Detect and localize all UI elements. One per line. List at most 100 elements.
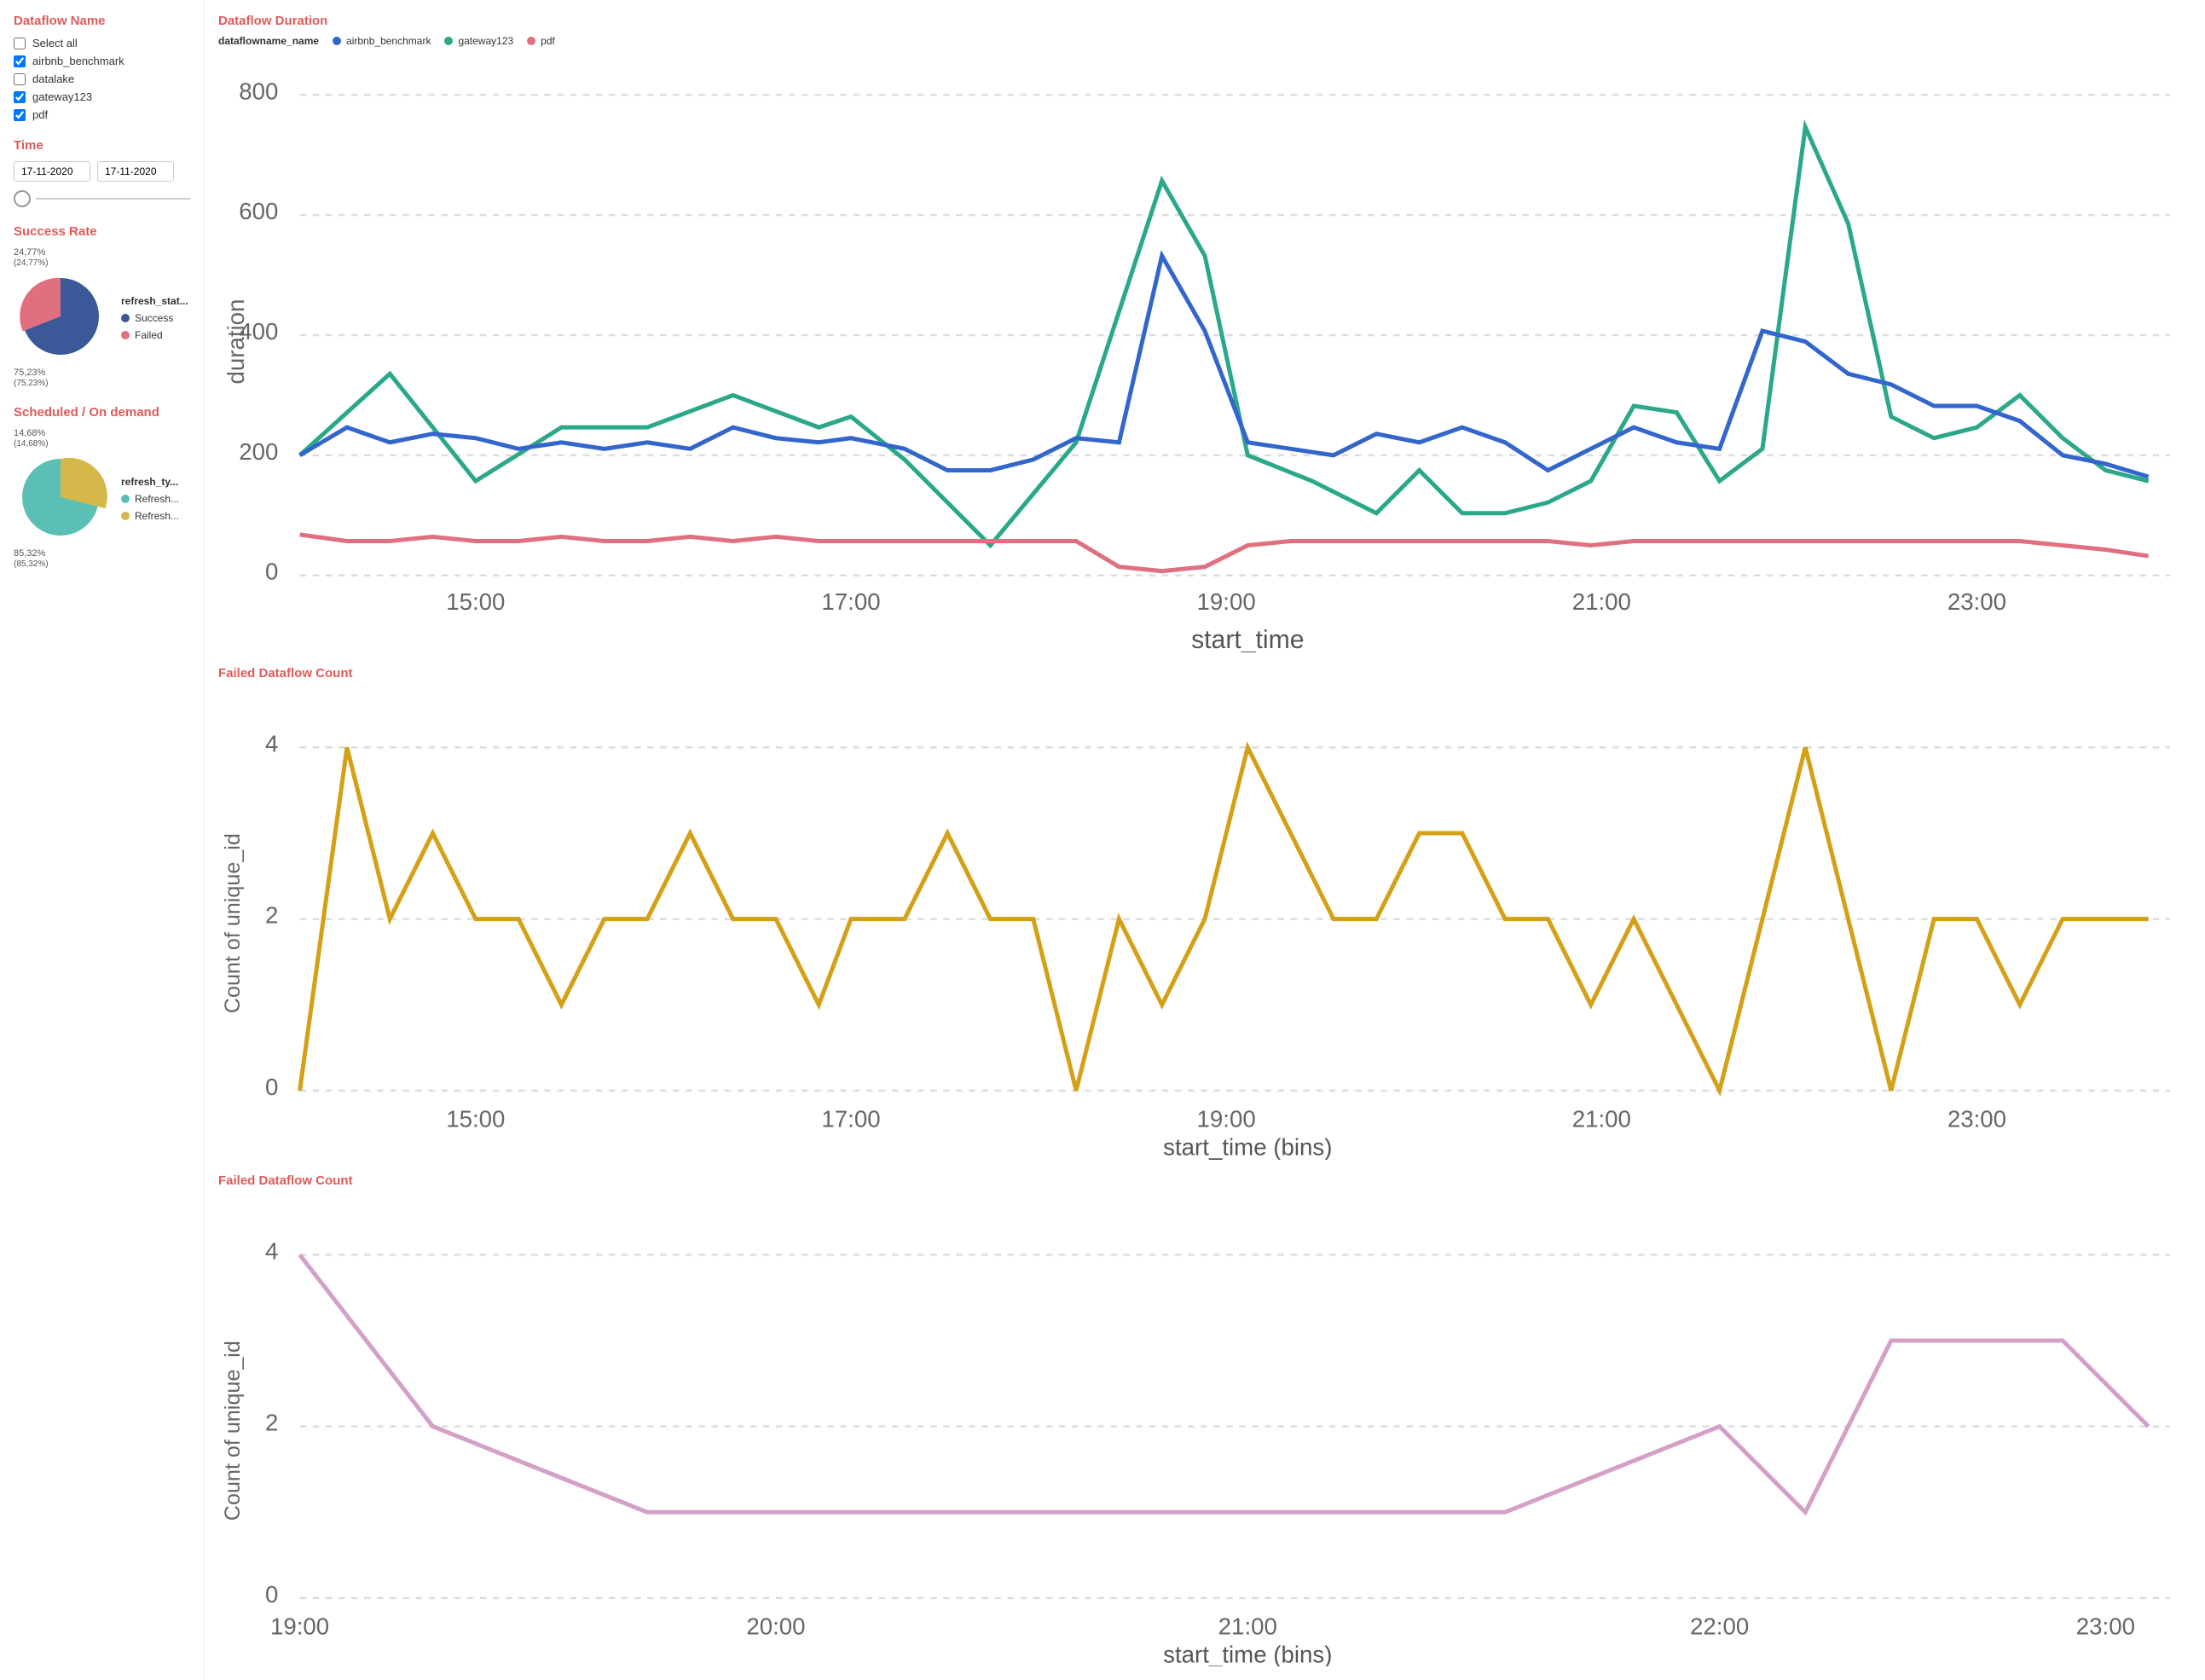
svg-text:duration: duration	[223, 299, 249, 385]
airbnb-dot	[333, 37, 341, 45]
svg-text:2: 2	[265, 902, 278, 929]
failed-count-chart2-title: Failed Dataflow Count	[218, 1173, 2191, 1188]
checkbox-item-cb-pdf[interactable]: pdf	[14, 108, 190, 121]
svg-text:200: 200	[239, 438, 278, 465]
failed-count-svg1: 4 2 0 Count of unique_id 15:00 17:00 19:…	[218, 687, 2191, 1159]
failed-label: Failed	[135, 329, 163, 341]
time-slider[interactable]	[14, 190, 190, 207]
svg-text:21:00: 21:00	[1572, 1106, 1631, 1133]
svg-text:0: 0	[265, 1074, 278, 1100]
failed-count-chart1-panel: Failed Dataflow Count 4 2 0 Count of uni…	[218, 666, 2191, 1159]
checkbox-item-cb-select-all[interactable]: Select all	[14, 37, 190, 49]
svg-text:15:00: 15:00	[446, 1106, 505, 1133]
scheduled-large-percent: 85,32%(85,32%)	[14, 548, 107, 569]
pdf-dot	[527, 37, 535, 45]
svg-text:0: 0	[265, 559, 278, 585]
svg-text:19:00: 19:00	[270, 1613, 329, 1639]
refresh2-label: Refresh...	[135, 510, 179, 522]
svg-text:17:00: 17:00	[821, 1106, 880, 1133]
date-to-input[interactable]	[97, 161, 174, 182]
svg-text:4: 4	[265, 1237, 278, 1264]
svg-text:23:00: 23:00	[1947, 588, 2006, 615]
checkbox-cb-airbnb[interactable]	[14, 55, 26, 67]
svg-text:19:00: 19:00	[1197, 1106, 1256, 1133]
dataflow-filter-section: Dataflow Name Select all airbnb_benchmark…	[14, 14, 190, 121]
checkbox-item-cb-airbnb[interactable]: airbnb_benchmark	[14, 55, 190, 67]
gateway-label: gateway123	[458, 35, 513, 47]
success-rate-legend: refresh_stat... Success Failed	[121, 295, 188, 341]
failed-count-chart1-title: Failed Dataflow Count	[218, 666, 2191, 681]
svg-text:21:00: 21:00	[1218, 1613, 1277, 1639]
checkbox-item-cb-gateway[interactable]: gateway123	[14, 90, 190, 103]
failed-count-svg2: 4 2 0 Count of unique_id 19:00 20:00 21:…	[218, 1195, 2191, 1666]
scheduled-legend: refresh_ty... Refresh... Refresh...	[121, 476, 179, 522]
gateway-dot	[444, 37, 453, 45]
scheduled-title: Scheduled / On demand	[14, 405, 190, 420]
gateway-legend: gateway123	[444, 35, 513, 47]
airbnb-label: airbnb_benchmark	[346, 35, 431, 47]
svg-text:22:00: 22:00	[1690, 1613, 1749, 1639]
airbnb-legend: airbnb_benchmark	[333, 35, 431, 47]
scheduled-pie-section: 14,68%(14,68%) 85,32%(85,32%) refresh_ty…	[14, 428, 190, 569]
checkbox-label-cb-datalake: datalake	[32, 72, 74, 85]
success-dot	[121, 314, 130, 322]
checkbox-cb-gateway[interactable]	[14, 91, 26, 103]
refresh1-label: Refresh...	[135, 493, 179, 505]
svg-text:Count of unique_id: Count of unique_id	[221, 833, 245, 1013]
pdf-legend: pdf	[527, 35, 555, 47]
success-rate-title: Success Rate	[14, 224, 190, 239]
svg-text:17:00: 17:00	[821, 588, 880, 615]
refresh1-dot	[121, 495, 130, 503]
success-rate-section: Success Rate 24,77%(24,77%) 75,23%(75,23…	[14, 224, 190, 388]
refresh2-dot	[121, 512, 130, 520]
scheduled-small-percent: 14,68%(14,68%)	[14, 428, 107, 449]
checkbox-label-cb-select-all: Select all	[32, 37, 78, 49]
svg-text:23:00: 23:00	[1947, 1106, 2006, 1133]
svg-text:23:00: 23:00	[2076, 1613, 2135, 1639]
success-rate-pie-section: 24,77%(24,77%) 75,23%(75,23%) refresh_st…	[14, 247, 190, 388]
svg-text:start_time: start_time	[1191, 626, 1304, 652]
failed-count-chart2-panel: Failed Dataflow Count 4 2 0 Count of uni…	[218, 1173, 2191, 1666]
scheduled-legend-title: refresh_ty...	[121, 476, 179, 488]
scheduled-pie	[14, 450, 107, 544]
date-range-row	[14, 161, 190, 182]
success-label: Success	[135, 312, 173, 324]
duration-legend-title: dataflowname_name	[218, 35, 319, 47]
scheduled-pie-container: 14,68%(14,68%) 85,32%(85,32%)	[14, 428, 107, 569]
svg-text:19:00: 19:00	[1197, 588, 1256, 615]
svg-text:4: 4	[265, 731, 278, 757]
duration-chart-title: Dataflow Duration	[218, 14, 2191, 28]
duration-svg: 800 600 400 200 0 duration 15:00 17:00 1…	[218, 52, 2191, 652]
svg-text:2: 2	[265, 1409, 278, 1435]
svg-text:start_time (bins): start_time (bins)	[1163, 1134, 1332, 1160]
checkbox-label-cb-airbnb: airbnb_benchmark	[32, 55, 124, 67]
failed-dot	[121, 331, 130, 339]
svg-text:20:00: 20:00	[746, 1613, 805, 1639]
checkbox-cb-datalake[interactable]	[14, 73, 26, 85]
duration-legend: dataflowname_name airbnb_benchmark gatew…	[218, 35, 2191, 47]
pdf-label: pdf	[541, 35, 555, 47]
dataflow-section-title: Dataflow Name	[14, 14, 190, 28]
success-legend-title: refresh_stat...	[121, 295, 188, 307]
slider-thumb[interactable]	[14, 190, 31, 207]
refresh2-legend-item: Refresh...	[121, 510, 179, 522]
main-content: Dataflow Duration dataflowname_name airb…	[205, 0, 2205, 1680]
time-filter-section: Time	[14, 138, 190, 207]
time-section-title: Time	[14, 138, 190, 153]
checkbox-item-cb-datalake[interactable]: datalake	[14, 72, 190, 85]
svg-text:21:00: 21:00	[1572, 588, 1631, 615]
date-from-input[interactable]	[14, 161, 90, 182]
svg-text:600: 600	[239, 198, 278, 224]
success-legend-item: Success	[121, 312, 188, 324]
failed-percent-label: 24,77%(24,77%)	[14, 247, 107, 268]
duration-chart-panel: Dataflow Duration dataflowname_name airb…	[218, 14, 2191, 652]
checkbox-cb-select-all[interactable]	[14, 38, 26, 49]
sidebar: Dataflow Name Select all airbnb_benchmark…	[0, 0, 205, 1680]
success-percent-label: 75,23%(75,23%)	[14, 368, 107, 388]
svg-text:0: 0	[265, 1580, 278, 1607]
checkbox-cb-pdf[interactable]	[14, 109, 26, 121]
success-rate-pie-container: 24,77%(24,77%) 75,23%(75,23%)	[14, 247, 107, 388]
svg-text:Count of unique_id: Count of unique_id	[221, 1341, 245, 1521]
checkbox-label-cb-pdf: pdf	[32, 108, 48, 121]
scheduled-section: Scheduled / On demand 14,68%(14,68%) 85,…	[14, 405, 190, 569]
